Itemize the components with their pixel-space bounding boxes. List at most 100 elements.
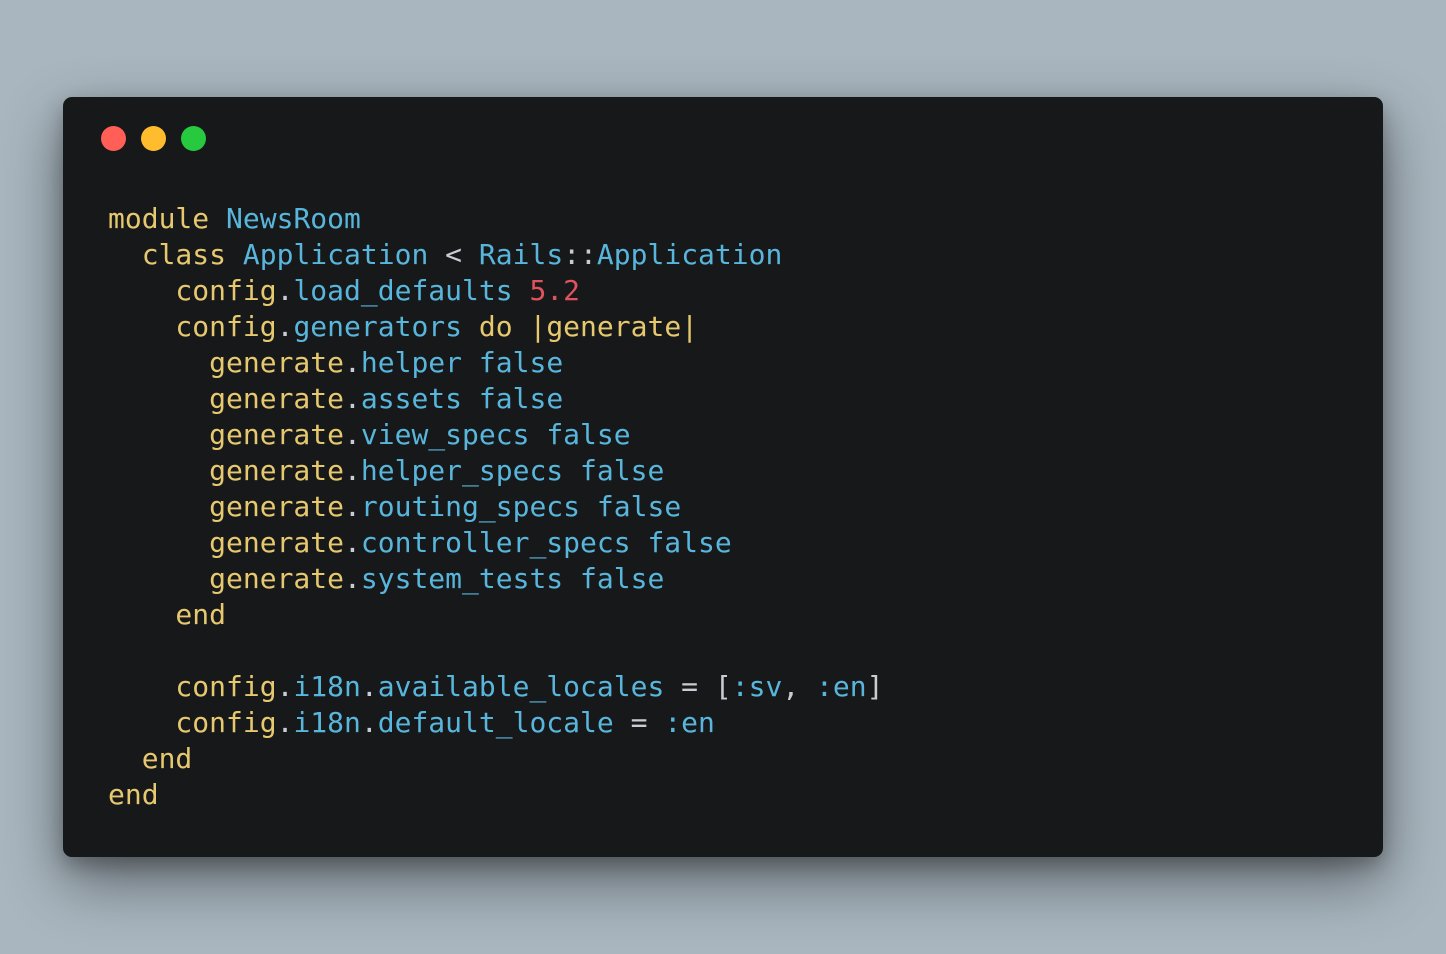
code-token-keyword: end — [108, 778, 159, 811]
code-token-variable: generate — [108, 418, 345, 451]
code-token-variable: generate — [108, 346, 345, 379]
code-token-variable: config — [108, 310, 277, 343]
code-line: config.generators do |generate| — [108, 309, 883, 345]
code-block: module NewsRoom class Application < Rail… — [108, 201, 883, 813]
code-token-symbol: :en — [816, 670, 867, 703]
code-token-method: controller_specs — [360, 526, 631, 559]
code-token-constant: false — [580, 454, 665, 487]
code-token-variable: generate — [546, 310, 682, 343]
code-token-variable: generate — [108, 454, 345, 487]
code-token-constant: false — [647, 526, 732, 559]
code-token-keyword: module — [108, 202, 210, 235]
code-token-method: available_locales — [377, 670, 665, 703]
code-token-operator: . — [276, 706, 294, 739]
code-token-method: view_specs — [360, 418, 530, 451]
code-line: end — [108, 741, 883, 777]
code-token-keyword: end — [108, 598, 227, 631]
code-token-constant: false — [546, 418, 631, 451]
code-token-operator: . — [344, 490, 361, 523]
code-token-operator: . — [276, 274, 294, 307]
code-token-method: default_locale — [377, 706, 614, 739]
code-token-operator: . — [276, 310, 294, 343]
code-token-constant: false — [596, 490, 682, 523]
code-line: generate.system_tests false — [108, 561, 883, 597]
code-token-operator: ] — [866, 670, 884, 703]
code-line: generate.assets false — [108, 381, 883, 417]
code-line: generate.controller_specs false — [108, 525, 883, 561]
minimize-dot-icon[interactable] — [141, 126, 166, 151]
code-token-operator: . — [344, 526, 361, 559]
code-token-operator: :: — [563, 238, 597, 271]
code-line: config.i18n.default_locale = :en — [108, 705, 883, 741]
code-token-symbol: :en — [664, 706, 715, 739]
code-line: generate.routing_specs false — [108, 489, 883, 525]
close-dot-icon[interactable] — [101, 126, 126, 151]
code-token-operator: < — [428, 238, 479, 271]
code-line: module NewsRoom — [108, 201, 883, 237]
code-token-method: generators — [293, 310, 463, 343]
code-token-operator: = [ — [664, 670, 732, 703]
code-token-number: 5.2 — [529, 274, 581, 307]
code-token-constant: Rails — [478, 238, 564, 271]
code-token-constant: false — [478, 382, 564, 415]
code-token-variable: config — [108, 706, 277, 739]
code-token-operator: . — [344, 418, 361, 451]
code-token-operator: . — [344, 382, 361, 415]
code-token-method: routing_specs — [360, 490, 581, 523]
code-window: module NewsRoom class Application < Rail… — [63, 97, 1383, 857]
code-token-keyword: | — [529, 310, 547, 343]
code-token-method: helper_specs — [360, 454, 564, 487]
code-line: generate.helper_specs false — [108, 453, 883, 489]
code-token-method: system_tests — [360, 562, 564, 595]
code-line: class Application < Rails::Application — [108, 237, 883, 273]
code-token-method: assets — [360, 382, 463, 415]
code-token-keyword: end — [108, 742, 193, 775]
code-line: end — [108, 777, 883, 813]
code-token-constant: Application — [596, 238, 783, 271]
code-line: end — [108, 597, 883, 633]
code-token-operator: . — [344, 454, 361, 487]
code-line: generate.helper false — [108, 345, 883, 381]
code-token-symbol: :sv — [731, 670, 783, 703]
code-token-operator: . — [360, 670, 378, 703]
code-token-variable: config — [108, 274, 277, 307]
code-line: config.load_defaults 5.2 — [108, 273, 883, 309]
code-token-constant: false — [478, 346, 564, 379]
code-token-constant: NewsRoom — [226, 202, 361, 235]
code-token-operator: . — [360, 706, 378, 739]
code-token-keyword: do — [478, 310, 513, 343]
code-token-variable: generate — [108, 490, 345, 523]
maximize-dot-icon[interactable] — [181, 126, 206, 151]
code-token-operator: . — [276, 670, 294, 703]
code-token-keyword: class — [108, 238, 227, 271]
code-token-constant: false — [580, 562, 665, 595]
code-line: config.i18n.available_locales = [:sv, :e… — [108, 669, 883, 705]
code-token-operator: . — [344, 562, 361, 595]
code-token-operator: , — [782, 670, 817, 703]
code-token-operator: = — [613, 706, 665, 739]
code-token-constant: Application — [242, 238, 429, 271]
code-token-operator: . — [344, 346, 361, 379]
code-token-variable: config — [108, 670, 277, 703]
code-line: generate.view_specs false — [108, 417, 883, 453]
code-token-variable: generate — [108, 526, 345, 559]
code-token-variable: generate — [108, 562, 345, 595]
code-token-keyword: | — [681, 310, 699, 343]
code-token-variable: generate — [108, 382, 345, 415]
code-token-method: i18n — [293, 706, 361, 739]
code-token-method: helper — [360, 346, 463, 379]
code-token-method: i18n — [293, 670, 361, 703]
